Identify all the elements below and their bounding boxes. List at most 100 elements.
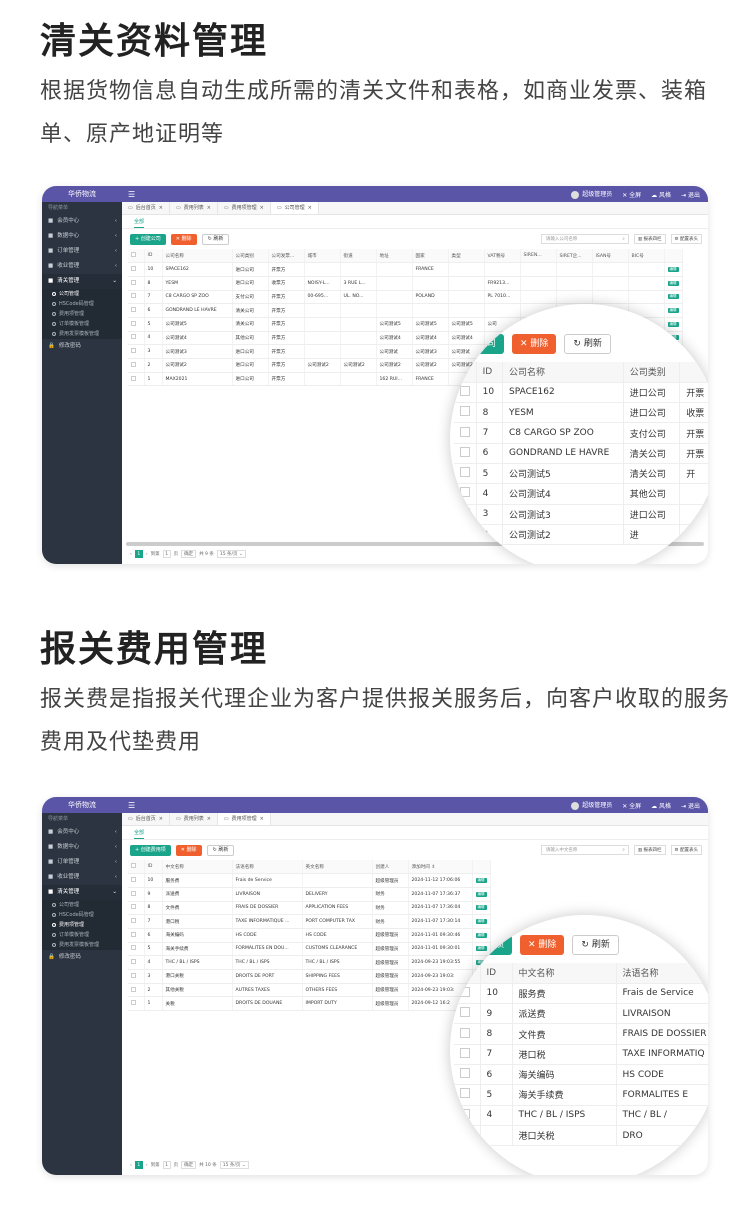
config-header-button[interactable]: ⚙ 配置表头 <box>670 234 702 244</box>
table-row[interactable]: 5 海关手续费 FORMALITES EN DOU... CUSTOMS CLEARA… <box>128 942 491 957</box>
edit-button[interactable]: 编辑 <box>475 905 487 911</box>
report-button[interactable]: ▥ 报表四栏 <box>633 845 666 855</box>
sidebar-subitem-4[interactable]: 费用发票模板管理 <box>42 940 122 950</box>
table-row[interactable]: 8 YESM 进口公司 收票方 NOISY-L... 3 RUE L... FR9213..… <box>128 276 683 291</box>
column-header[interactable]: 国家 <box>412 249 449 264</box>
sidebar-item-password[interactable]: 🔒 修改密码 <box>42 339 122 354</box>
select-all-checkbox[interactable] <box>131 863 136 869</box>
row-checkbox[interactable] <box>460 467 470 478</box>
sidebar-subitem-1[interactable]: HSCode码管理 <box>42 910 122 920</box>
zoom-table-row[interactable]: 7 C8 CARGO SP ZOO 支付公司 开票 <box>454 422 708 444</box>
column-header[interactable]: SIRET企... <box>556 249 593 264</box>
row-checkbox[interactable] <box>131 1000 136 1006</box>
column-header[interactable]: ID <box>480 963 513 984</box>
page-button[interactable]: 1 <box>134 1161 143 1169</box>
prev-page-button[interactable]: ‹ <box>130 552 132 557</box>
sidebar-item-password[interactable]: 🔒 修改密码 <box>42 950 122 965</box>
delete-button[interactable]: ✕ 删除 <box>175 844 202 856</box>
search-input[interactable]: 请输入公司名称 ⌕ <box>540 234 629 244</box>
page-size-select[interactable]: 15 条/页 ⌄ <box>219 1161 249 1169</box>
edit-button[interactable]: 编辑 <box>667 280 679 286</box>
close-icon[interactable]: × <box>159 202 163 215</box>
row-checkbox[interactable] <box>460 1007 470 1018</box>
table-row[interactable]: 1 关税 DROITS DE DOUANE IMPORT DUTY 超级管理员 2024-… <box>128 996 491 1012</box>
zoom-table-row[interactable]: 5 公司测试5 清关公司开 <box>454 463 708 485</box>
style-button[interactable]: ☁ 风格 <box>651 801 671 810</box>
report-button[interactable]: ▥ 报表四栏 <box>633 234 666 244</box>
confirm-button[interactable]: 确定 <box>181 550 197 558</box>
column-header[interactable]: SIREN... <box>520 249 557 264</box>
row-checkbox[interactable] <box>460 406 470 417</box>
sidebar-item-4[interactable]: ■ 清关管理 ⌄ <box>42 274 122 289</box>
search-input[interactable]: 请输入中文名称 ⌕ <box>540 845 629 855</box>
zoom-table-row[interactable]: 6 海关编码 HS CODE <box>454 1064 708 1086</box>
row-checkbox[interactable] <box>460 487 470 498</box>
subtab-all[interactable]: 全部 <box>122 215 708 229</box>
row-checkbox[interactable] <box>460 1129 470 1140</box>
row-checkbox[interactable] <box>131 375 136 381</box>
tab-2[interactable]: ▭ 费用项管理 × <box>218 202 271 214</box>
style-button[interactable]: ☁ 风格 <box>651 190 671 199</box>
table-row[interactable]: 2 其他关税 AUTRES TAXES OTHERS FEES 超级管理员 2024-09… <box>128 983 491 998</box>
sidebar-subitem-3[interactable]: 订单模板管理 <box>42 319 122 329</box>
row-checkbox[interactable] <box>131 348 136 354</box>
row-checkbox[interactable] <box>460 1108 470 1119</box>
column-header[interactable]: 公司类别 <box>623 362 681 383</box>
zoom-table-row[interactable]: 4 THC / BL / ISPS THC / BL / <box>454 1105 708 1126</box>
tab-3[interactable]: ▭ 公司管理 × <box>270 202 319 215</box>
menu-toggle-icon[interactable]: ☰ <box>128 801 135 810</box>
add-button[interactable]: + 创建公司 <box>130 233 166 245</box>
row-checkbox[interactable] <box>460 446 470 457</box>
row-checkbox[interactable] <box>460 426 470 437</box>
column-header[interactable]: 街道 <box>340 249 377 264</box>
row-checkbox[interactable] <box>460 1047 470 1058</box>
sidebar-subitem-0[interactable]: 公司管理 <box>42 900 122 910</box>
sidebar-subitem-0[interactable]: 公司管理 <box>42 289 122 299</box>
row-checkbox[interactable] <box>131 890 136 896</box>
column-header[interactable]: 创建人 <box>372 860 409 875</box>
row-checkbox[interactable] <box>460 1027 470 1038</box>
refresh-button[interactable]: ↻ 刷新 <box>201 233 230 245</box>
row-checkbox[interactable] <box>131 334 136 340</box>
row-checkbox[interactable] <box>460 1088 470 1099</box>
table-row[interactable]: 8 文件费 FRAIS DE DOSSIER APPLICATION FEES 财务 20… <box>128 901 491 916</box>
row-checkbox[interactable] <box>131 986 136 992</box>
user-menu[interactable]: 超级管理员 <box>571 800 612 810</box>
row-checkbox[interactable] <box>131 877 136 883</box>
tab-0[interactable]: ▭ 后台首页 × <box>122 813 170 825</box>
column-header[interactable]: BIC号 <box>628 249 665 264</box>
confirm-button[interactable]: 确定 <box>181 1161 197 1169</box>
fullscreen-button[interactable]: ✕ 全屏 <box>622 190 641 199</box>
table-row[interactable]: 6 海关编码 HS CODE HS CODE 超级管理员 2024-11-01 09:30… <box>128 928 491 943</box>
row-checkbox[interactable] <box>131 931 136 937</box>
column-header[interactable]: 地址 <box>376 249 413 264</box>
close-icon[interactable]: × <box>308 202 312 215</box>
edit-button[interactable]: 编辑 <box>475 878 487 884</box>
sidebar-subitem-2[interactable]: 费用项管理 <box>42 309 122 319</box>
zoom-delete-button[interactable]: ✕ 删除 <box>520 935 565 955</box>
edit-button[interactable]: 编辑 <box>667 294 679 300</box>
sidebar-item-2[interactable]: ■ 订单管理 ‹ <box>42 244 122 259</box>
table-row[interactable]: 7 港口税 TAXE INFORMATIQUE ... PORT COMPUTER T… <box>128 914 491 929</box>
row-checkbox[interactable] <box>460 986 470 997</box>
column-header[interactable]: ID <box>144 860 163 875</box>
column-header[interactable]: 公司类别 <box>232 249 269 264</box>
edit-button[interactable]: 编辑 <box>667 308 679 314</box>
tab-2[interactable]: ▭ 费用项管理 × <box>217 813 271 825</box>
zoom-table-row[interactable]: 10 SPACE162 进口公司 开票 <box>454 382 708 404</box>
column-header[interactable]: 中文名称 <box>512 963 617 984</box>
sidebar-item-1[interactable]: ■ 数据中心 ‹ <box>42 229 122 244</box>
row-checkbox[interactable] <box>131 972 136 978</box>
column-header[interactable]: 公司名称 <box>502 362 624 383</box>
row-checkbox[interactable] <box>131 959 136 965</box>
column-header[interactable]: 法语名称 <box>232 860 303 875</box>
zoom-add-button[interactable]: 公司 <box>470 334 505 354</box>
column-header[interactable]: ID <box>476 362 504 383</box>
config-header-button[interactable]: ⚙ 配置表头 <box>670 845 702 855</box>
column-header[interactable]: 添加时间 ⇕ <box>408 860 473 875</box>
row-checkbox[interactable] <box>131 279 136 285</box>
column-header[interactable]: 公司名称 <box>162 249 233 264</box>
zoom-table-row[interactable]: 7 港口税 TAXE INFORMATIQ <box>454 1044 708 1065</box>
table-row[interactable]: 4 THC / BL / ISPS THC / BL / ISPS THC / BL … <box>128 955 491 970</box>
sidebar-subitem-4[interactable]: 费用发票模板管理 <box>42 329 122 339</box>
